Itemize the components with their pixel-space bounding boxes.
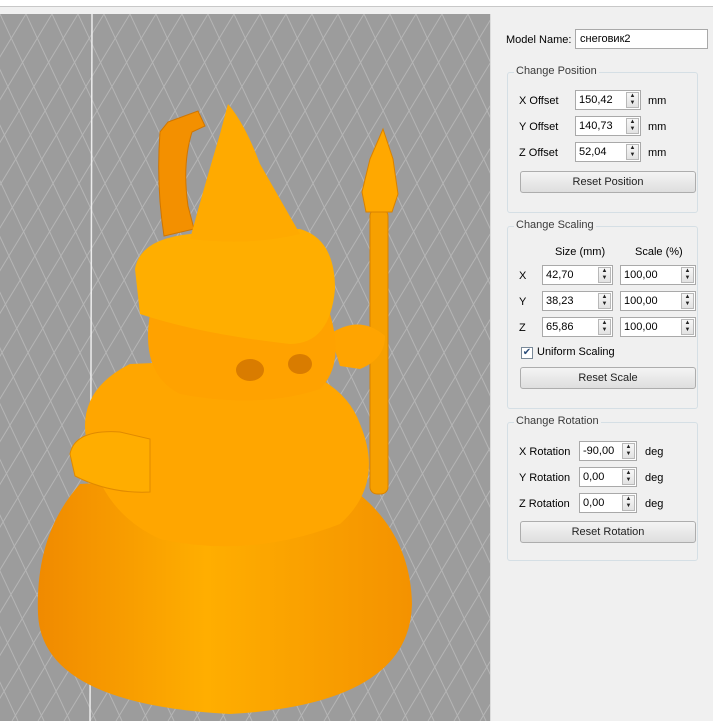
- z-offset-stepper[interactable]: 52,04 ▲ ▼: [575, 142, 641, 162]
- spin-up-icon[interactable]: ▲: [682, 268, 693, 275]
- y-rotation-spinner[interactable]: ▲ ▼: [622, 469, 635, 485]
- properties-panel: Model Name: снеговик2 Change Position X …: [496, 14, 713, 721]
- y-offset-spinner[interactable]: ▲ ▼: [626, 118, 639, 134]
- spin-down-icon[interactable]: ▼: [682, 275, 693, 282]
- spin-down-icon[interactable]: ▼: [623, 477, 634, 484]
- model-eye-left: [236, 359, 264, 381]
- size-y-value: 38,23: [546, 295, 574, 307]
- scale-z-value: 100,00: [624, 321, 658, 333]
- rotation-group-title: Change Rotation: [514, 415, 601, 427]
- spin-down-icon[interactable]: ▼: [682, 301, 693, 308]
- x-rotation-value: -90,00: [583, 445, 615, 457]
- scale-column-header: Scale (%): [635, 246, 683, 258]
- scale-z-stepper[interactable]: 100,00 ▲ ▼: [620, 317, 696, 337]
- spin-up-icon[interactable]: ▲: [627, 93, 638, 100]
- x-offset-unit: mm: [648, 95, 667, 107]
- y-rotation-value: 0,00: [583, 471, 605, 483]
- 3d-viewport[interactable]: [0, 14, 490, 721]
- spin-down-icon[interactable]: ▼: [627, 152, 638, 159]
- y-rotation-unit: deg: [645, 472, 664, 484]
- size-x-value: 42,70: [546, 269, 574, 281]
- size-x-spinner[interactable]: ▲ ▼: [598, 267, 611, 283]
- scale-x-label: X: [519, 270, 527, 282]
- size-z-value: 65,86: [546, 321, 574, 333]
- model-name-input[interactable]: снеговик2: [575, 29, 708, 49]
- spin-up-icon[interactable]: ▲: [623, 496, 634, 503]
- z-offset-spinner[interactable]: ▲ ▼: [626, 144, 639, 160]
- reset-scale-button[interactable]: Reset Scale: [520, 367, 696, 389]
- scale-z-label: Z: [519, 322, 526, 334]
- x-offset-value: 150,42: [579, 94, 613, 106]
- x-offset-spinner[interactable]: ▲ ▼: [626, 92, 639, 108]
- spin-up-icon[interactable]: ▲: [682, 294, 693, 301]
- spin-down-icon[interactable]: ▼: [623, 451, 634, 458]
- y-offset-unit: mm: [648, 121, 667, 133]
- position-group-title: Change Position: [514, 65, 599, 77]
- checkmark-icon: ✔: [522, 347, 532, 358]
- y-rotation-label: Y Rotation: [519, 472, 571, 484]
- z-rotation-label: Z Rotation: [519, 498, 570, 510]
- spin-down-icon[interactable]: ▼: [682, 327, 693, 334]
- z-offset-unit: mm: [648, 147, 667, 159]
- scale-z-spinner[interactable]: ▲ ▼: [681, 319, 694, 335]
- x-rotation-label: X Rotation: [519, 446, 571, 458]
- spin-down-icon[interactable]: ▼: [627, 100, 638, 107]
- scale-y-spinner[interactable]: ▲ ▼: [681, 293, 694, 309]
- position-group: Change Position X Offset 150,42 ▲ ▼ mm Y …: [507, 65, 698, 213]
- y-offset-label: Y Offset: [519, 121, 559, 133]
- size-y-stepper[interactable]: 38,23 ▲ ▼: [542, 291, 613, 311]
- size-column-header: Size (mm): [555, 246, 606, 258]
- y-rotation-stepper[interactable]: 0,00 ▲ ▼: [579, 467, 637, 487]
- x-rotation-unit: deg: [645, 446, 664, 458]
- uniform-scaling-checkbox[interactable]: ✔: [521, 347, 533, 359]
- x-offset-stepper[interactable]: 150,42 ▲ ▼: [575, 90, 641, 110]
- scaling-group: Change Scaling Size (mm) Scale (%) X 42,…: [507, 219, 698, 409]
- size-z-spinner[interactable]: ▲ ▼: [598, 319, 611, 335]
- x-rotation-stepper[interactable]: -90,00 ▲ ▼: [579, 441, 637, 461]
- spin-up-icon[interactable]: ▲: [623, 444, 634, 451]
- y-offset-stepper[interactable]: 140,73 ▲ ▼: [575, 116, 641, 136]
- scale-x-stepper[interactable]: 100,00 ▲ ▼: [620, 265, 696, 285]
- model-name-label: Model Name:: [506, 34, 572, 46]
- size-y-spinner[interactable]: ▲ ▼: [598, 293, 611, 309]
- rotation-group: Change Rotation X Rotation -90,00 ▲ ▼ deg…: [507, 415, 698, 561]
- model-eye-right: [288, 354, 312, 374]
- reset-position-button[interactable]: Reset Position: [520, 171, 696, 193]
- z-rotation-stepper[interactable]: 0,00 ▲ ▼: [579, 493, 637, 513]
- z-rotation-unit: deg: [645, 498, 664, 510]
- x-offset-label: X Offset: [519, 95, 559, 107]
- spin-up-icon[interactable]: ▲: [627, 145, 638, 152]
- spin-down-icon[interactable]: ▼: [599, 275, 610, 282]
- spin-down-icon[interactable]: ▼: [599, 301, 610, 308]
- spin-up-icon[interactable]: ▲: [599, 320, 610, 327]
- spin-up-icon[interactable]: ▲: [682, 320, 693, 327]
- spin-down-icon[interactable]: ▼: [623, 503, 634, 510]
- spin-down-icon[interactable]: ▼: [599, 327, 610, 334]
- z-rotation-spinner[interactable]: ▲ ▼: [622, 495, 635, 511]
- y-offset-value: 140,73: [579, 120, 613, 132]
- spin-down-icon[interactable]: ▼: [627, 126, 638, 133]
- scale-y-stepper[interactable]: 100,00 ▲ ▼: [620, 291, 696, 311]
- scale-x-value: 100,00: [624, 269, 658, 281]
- viewport-canvas[interactable]: [0, 14, 490, 721]
- uniform-scaling-label[interactable]: Uniform Scaling: [537, 346, 615, 358]
- size-x-stepper[interactable]: 42,70 ▲ ▼: [542, 265, 613, 285]
- top-toolbar: [0, 0, 713, 7]
- scale-y-value: 100,00: [624, 295, 658, 307]
- scale-x-spinner[interactable]: ▲ ▼: [681, 267, 694, 283]
- spin-up-icon[interactable]: ▲: [599, 294, 610, 301]
- spin-up-icon[interactable]: ▲: [599, 268, 610, 275]
- reset-rotation-button[interactable]: Reset Rotation: [520, 521, 696, 543]
- z-offset-label: Z Offset: [519, 147, 558, 159]
- spin-up-icon[interactable]: ▲: [627, 119, 638, 126]
- z-rotation-value: 0,00: [583, 497, 605, 509]
- size-z-stepper[interactable]: 65,86 ▲ ▼: [542, 317, 613, 337]
- z-offset-value: 52,04: [579, 146, 607, 158]
- spin-up-icon[interactable]: ▲: [623, 470, 634, 477]
- scaling-group-title: Change Scaling: [514, 219, 596, 231]
- scale-y-label: Y: [519, 296, 527, 308]
- x-rotation-spinner[interactable]: ▲ ▼: [622, 443, 635, 459]
